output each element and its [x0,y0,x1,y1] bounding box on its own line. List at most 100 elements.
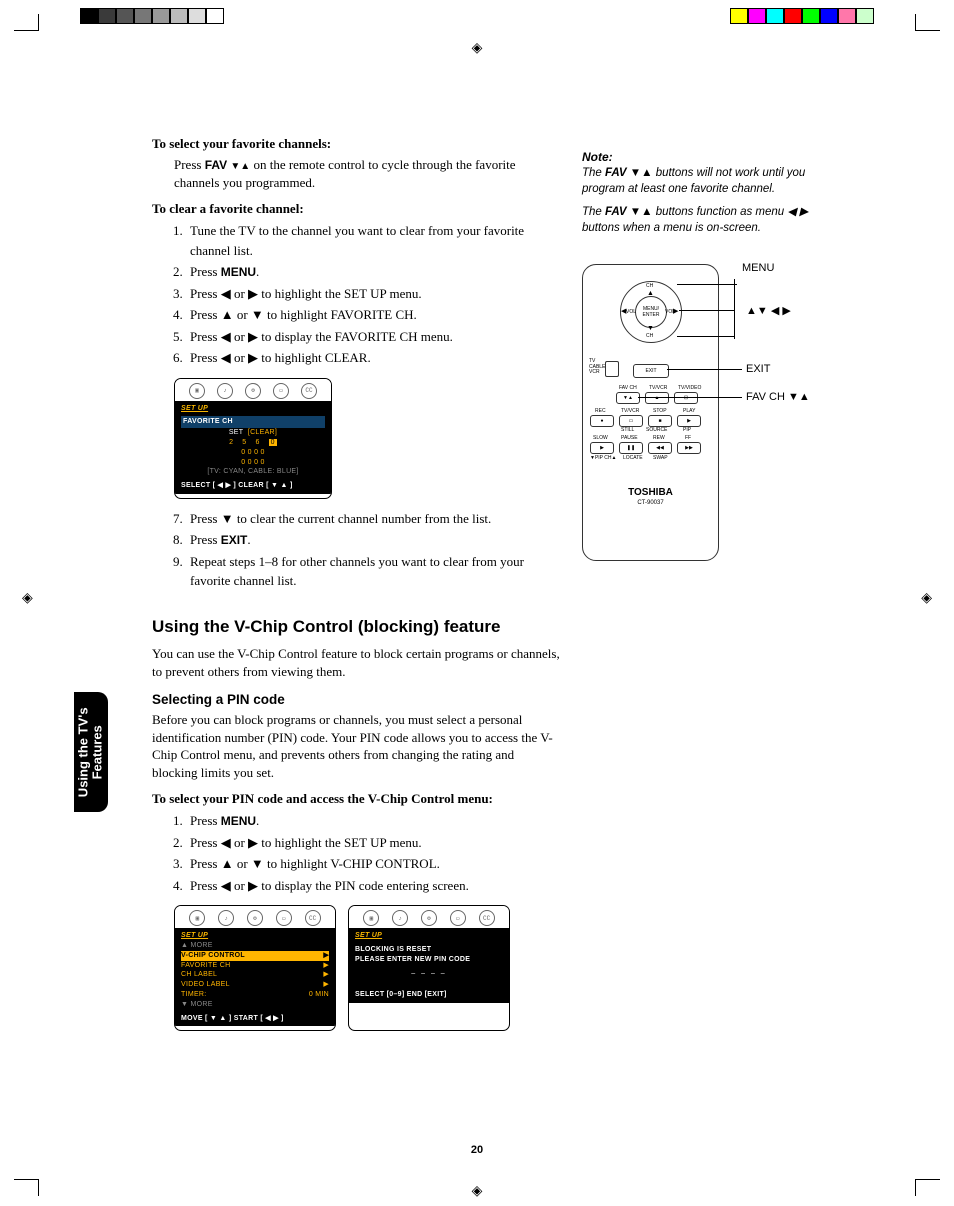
exit-button: EXIT [633,364,669,378]
osd-more: ▼ MORE [181,1000,329,1010]
label: PAUSE [621,435,638,441]
crop-mark-icon [14,1179,39,1196]
osd-grid-row: 0 0 0 0 [181,458,325,468]
av-icon: ▭ [450,910,466,926]
label: STILL [621,427,634,433]
print-registration-top: ◈ [0,0,954,48]
audio-icon: ♪ [392,910,408,926]
label: TV/VCR [649,385,667,391]
callout-favch: FAV CH ▼▲ [746,391,810,403]
list-item: Press ◀ or ▶ to highlight the SET UP men… [186,284,562,304]
callout-exit: EXIT [746,363,770,375]
color-bar [730,8,874,24]
side-tab-label: Using the TV'sFeatures [77,707,106,797]
page-number: 20 [0,1144,954,1156]
side-tab: Using the TV'sFeatures [74,692,108,812]
ff-button: ▶▶ [677,442,701,454]
osd-more: ▲ MORE [181,941,329,951]
osd-screen-setup: ▣ ♪ ⚙ ▭ CC SET UP ▲ MORE V-CHIP CONTROL▶… [174,905,336,1031]
list-item: Press ◀ or ▶ to display the PIN code ent… [186,876,562,896]
up-arrow-icon: ▲ [647,290,654,297]
ch-label: CH [646,333,653,339]
osd-title: SET UP [181,931,329,941]
osd-footer: SELECT [ ◀ ▶ ] CLEAR [ ▼ ▲ ] [181,481,325,491]
label: FF [685,435,691,441]
brand-label: TOSHIBA [583,487,718,498]
play-button: ▶ [677,415,701,427]
osd-grid-row: 0 0 0 0 [181,448,325,458]
osd-footer: SELECT [0–9] END [EXIT] [355,990,503,1000]
osd-menu-row: CH LABEL▶ [181,970,329,980]
osd-legend: [TV: CYAN, CABLE: BLUE] [181,467,325,477]
registration-target-icon: ◈ [921,590,932,607]
label: FAV CH [619,385,637,391]
registration-target-icon: ◈ [472,40,483,57]
label: TV/VCR [621,408,639,414]
menu-enter-button: MENU/ENTER [635,296,667,328]
label: ▼PIP CH▲ [590,455,616,461]
text: The [582,167,605,179]
picture-icon: ▣ [189,910,205,926]
list-item: Press EXIT. [186,530,562,550]
list-item: Press MENU. [186,811,562,831]
label: PLAY [683,408,695,414]
osd-menu-row: FAVORITE CH▶ [181,961,329,971]
osd-screen-favorite-ch: ▣ ♪ ⚙ ▭ CC SET UP FAVORITE CH SET [CLEAR… [174,378,332,499]
note-p2: The FAV ▼▲ buttons function as menu ◀ ▶ … [582,205,812,236]
fav-button-label: FAV [205,158,227,172]
cc-icon: CC [301,383,317,399]
text: The [582,206,605,218]
label: TV/VIDEO [678,385,701,391]
picture-icon: ▣ [189,383,205,399]
fav-label: FAV ▼▲ [605,167,652,179]
fav-press-text: Press FAV ▼▲ on the remote control to cy… [174,156,562,191]
osd-screen-pin: ▣ ♪ ⚙ ▭ CC SET UP BLOCKING IS RESET PLEA… [348,905,510,1031]
pin-steps-list: Press MENU.Press ◀ or ▶ to highlight the… [152,811,562,895]
av-icon: ▭ [276,910,292,926]
callout-line [667,369,742,370]
label: SOURCE [646,427,667,433]
pin-intro: Before you can block programs or channel… [152,711,562,781]
heading-clear-favorite: To clear a favorite channel: [152,201,562,217]
tvvcr-button: ▲ [645,392,669,404]
osd-icon-row: ▣ ♪ ⚙ ▭ CC [175,379,331,401]
vol-label: VOL [665,309,675,315]
list-item: Press ◀ or ▶ to highlight CLEAR. [186,348,562,368]
callout-line [638,397,742,398]
list-item: Press ▼ to clear the current channel num… [186,509,562,529]
osd-grid: 2 5 6 0 [181,438,325,448]
heading-select-favorite: To select your favorite channels: [152,136,562,152]
vchip-intro: You can use the V-Chip Control feature t… [152,645,562,680]
label: LOCATE [623,455,643,461]
fav-label: FAV ▼▲ [605,206,652,218]
osd-line: PLEASE ENTER NEW PIN CODE [355,955,503,965]
pause-button: ❚❚ [619,442,643,454]
cc-icon: CC [305,910,321,926]
slow-button: ▶ [590,442,614,454]
remote-diagram: MENU/ENTER CH ▲ CH ▼ ◀ VOL ▶ VOL TV CABL… [582,264,812,561]
label: REC [595,408,606,414]
vol-label: VOL [626,309,636,315]
note-heading: Note: [582,150,812,164]
remote-body: MENU/ENTER CH ▲ CH ▼ ◀ VOL ▶ VOL TV CABL… [582,264,719,561]
settings-icon: ⚙ [245,383,261,399]
clear-steps-list-2: Press ▼ to clear the current channel num… [152,509,562,591]
slider-icon [605,361,619,377]
note-p1: The FAV ▼▲ buttons will not work until y… [582,166,812,197]
osd-menu-row: TIMER:0 MIN [181,990,329,1000]
cc-icon: CC [479,910,495,926]
grayscale-bar [80,8,224,24]
label: SWAP [653,455,668,461]
osd-section: FAVORITE CH [181,416,325,428]
registration-target-icon: ◈ [472,1183,483,1200]
down-arrow-icon: ▼ [647,325,654,332]
clear-steps-list: Tune the TV to the channel you want to c… [152,221,562,368]
list-item: Press ◀ or ▶ to display the FAVORITE CH … [186,327,562,347]
callout-line [677,284,737,285]
list-item: Press ▲ or ▼ to highlight FAVORITE CH. [186,305,562,325]
settings-icon: ⚙ [421,910,437,926]
source-switch: TV CABLE VCR [589,359,605,376]
tvvcr-button: ▭ [619,415,643,427]
list-item: Press ◀ or ▶ to highlight the SET UP men… [186,833,562,853]
osd-row: SET [CLEAR] [181,428,325,438]
